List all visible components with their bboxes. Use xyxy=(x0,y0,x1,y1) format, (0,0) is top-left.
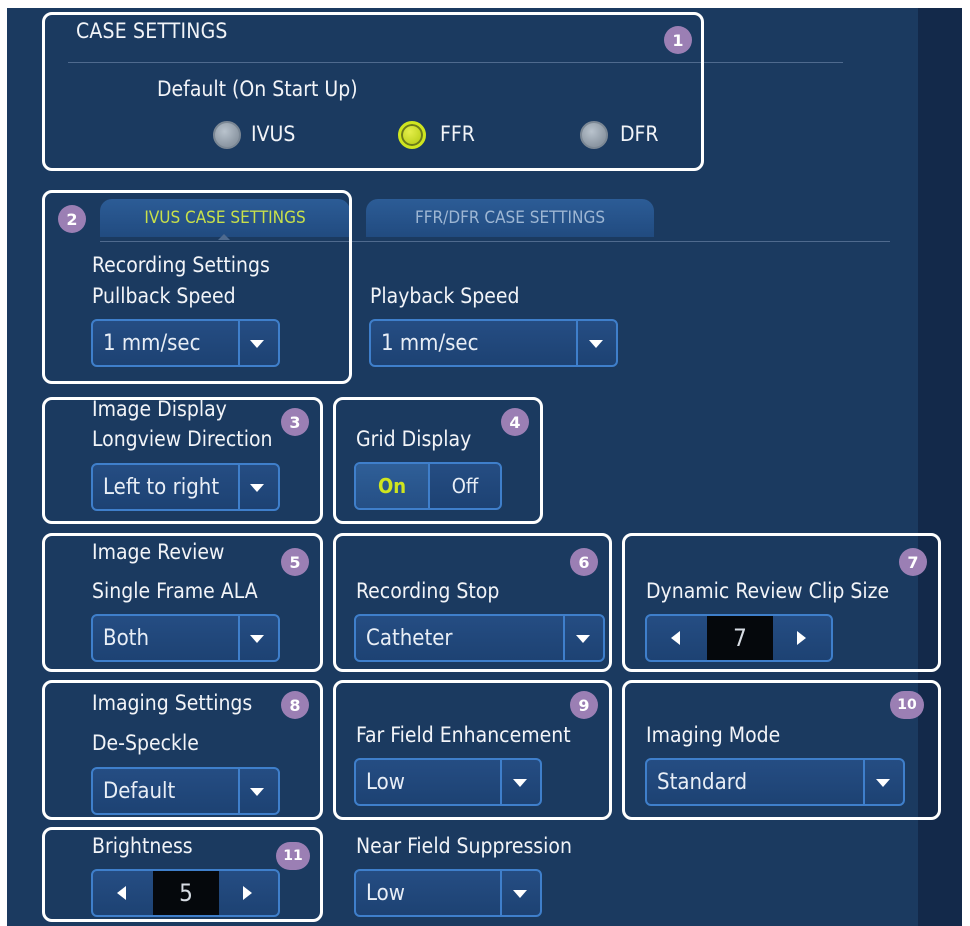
near-field-suppression-label: Near Field Suppression xyxy=(356,834,572,858)
playback-speed-label: Playback Speed xyxy=(370,284,520,308)
chevron-down-icon xyxy=(513,890,527,898)
dropdown-separator xyxy=(500,871,502,915)
badge-9: 9 xyxy=(570,691,598,719)
badge-5: 5 xyxy=(281,548,309,576)
badge-1: 1 xyxy=(664,26,692,54)
near-field-suppression-value: Low xyxy=(366,881,405,906)
annotation-frame-1 xyxy=(42,12,704,171)
tab-ffr-dfr-case-settings[interactable]: FFR/DFR CASE SETTINGS xyxy=(366,199,654,237)
annotation-frame-5 xyxy=(42,533,323,672)
chevron-down-icon xyxy=(589,340,603,348)
playback-speed-value: 1 mm/sec xyxy=(381,331,479,356)
annotation-frame-7 xyxy=(622,533,941,672)
annotation-frame-2 xyxy=(42,190,352,384)
annotation-frame-6 xyxy=(333,533,612,672)
badge-6: 6 xyxy=(570,548,598,576)
playback-speed-dropdown[interactable]: 1 mm/sec xyxy=(369,319,618,367)
badge-4: 4 xyxy=(501,408,529,436)
badge-11: 11 xyxy=(276,842,310,870)
annotation-frame-3 xyxy=(42,397,323,524)
annotation-frame-11 xyxy=(42,827,323,922)
near-field-suppression-dropdown[interactable]: Low xyxy=(354,869,542,917)
badge-10: 10 xyxy=(890,691,924,719)
badge-8: 8 xyxy=(281,691,309,719)
badge-7: 7 xyxy=(899,548,927,576)
dropdown-separator xyxy=(576,321,578,365)
badge-3: 3 xyxy=(281,408,309,436)
badge-2: 2 xyxy=(58,205,86,233)
